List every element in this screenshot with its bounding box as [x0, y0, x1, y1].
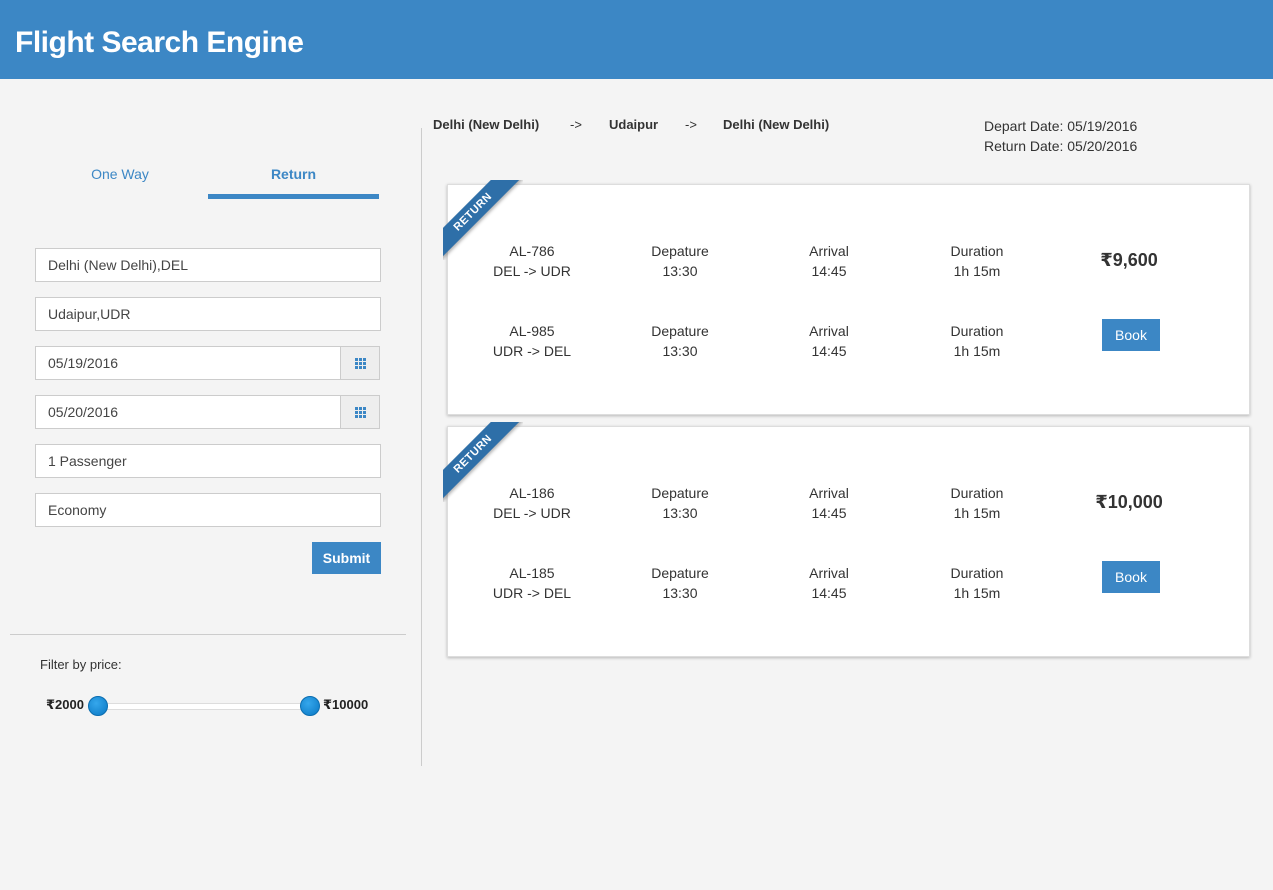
- departure-time: 13:30: [662, 343, 698, 359]
- departure-label: Depature: [651, 243, 709, 259]
- flight-route: UDR -> DEL: [492, 343, 572, 359]
- departure-info: Depature 13:30: [605, 321, 755, 361]
- depart-date-text: Depart Date: 05/19/2016: [984, 118, 1138, 134]
- departure-info: Depature 13:30: [605, 483, 755, 523]
- duration-value: 1h 15m: [953, 505, 1001, 521]
- duration-value: 1h 15m: [953, 343, 1001, 359]
- route-return: Delhi (New Delhi): [723, 117, 830, 132]
- flight-route: UDR -> DEL: [492, 585, 572, 601]
- depart-date-input[interactable]: 05/19/2016: [35, 346, 341, 380]
- cabin-class-input[interactable]: Economy: [35, 493, 381, 527]
- duration-label: Duration: [950, 485, 1004, 501]
- arrival-label: Arrival: [809, 243, 849, 259]
- price-min-label: ₹2000: [46, 697, 84, 712]
- return-date-text: Return Date: 05/20/2016: [984, 138, 1138, 154]
- calendar-icon: [354, 357, 366, 369]
- origin-input[interactable]: Delhi (New Delhi),DEL: [35, 248, 381, 282]
- arrival-time: 14:45: [811, 263, 847, 279]
- price-max-label: ₹10000: [323, 697, 369, 712]
- flight-info: AL-186 DEL -> UDR: [457, 483, 607, 523]
- result-card: RETURN AL-186 DEL -> UDR Depature 13:30 …: [443, 422, 1250, 657]
- arrival-label: Arrival: [809, 565, 849, 581]
- arrival-label: Arrival: [809, 485, 849, 501]
- tab-one-way[interactable]: One Way: [35, 160, 205, 200]
- app-header: Flight Search Engine: [0, 0, 1273, 79]
- arrival-info: Arrival 14:45: [754, 483, 904, 523]
- tab-return-label: Return: [270, 166, 317, 182]
- duration-info: Duration 1h 15m: [902, 241, 1052, 281]
- departure-info: Depature 13:30: [605, 241, 755, 281]
- arrival-info: Arrival 14:45: [754, 321, 904, 361]
- flight-route: DEL -> UDR: [493, 263, 571, 279]
- price-slider-min-handle[interactable]: [88, 696, 108, 716]
- route-via: Udaipur: [609, 117, 659, 132]
- app-title: Flight Search Engine: [15, 26, 304, 59]
- arrival-time: 14:45: [811, 585, 847, 601]
- arrival-info: Arrival 14:45: [754, 563, 904, 603]
- submit-button[interactable]: Submit: [312, 542, 381, 574]
- book-button[interactable]: Book: [1102, 319, 1160, 351]
- return-calendar-button[interactable]: [340, 395, 380, 429]
- tab-return[interactable]: Return: [208, 160, 379, 200]
- price-slider-max-handle[interactable]: [300, 696, 320, 716]
- filter-label: Filter by price:: [40, 657, 122, 672]
- departure-time: 13:30: [662, 263, 698, 279]
- book-button[interactable]: Book: [1102, 561, 1160, 593]
- route-arrow: ->: [570, 117, 582, 132]
- route-arrow: ->: [685, 117, 697, 132]
- panel-divider: [421, 128, 422, 766]
- passengers-input[interactable]: 1 Passenger: [35, 444, 381, 478]
- arrival-time: 14:45: [811, 505, 847, 521]
- arrival-info: Arrival 14:45: [754, 241, 904, 281]
- flight-info: AL-985 UDR -> DEL: [457, 321, 607, 361]
- departure-time: 13:30: [662, 585, 698, 601]
- duration-label: Duration: [950, 243, 1004, 259]
- duration-info: Duration 1h 15m: [902, 321, 1052, 361]
- tab-active-indicator: [208, 194, 379, 199]
- departure-label: Depature: [651, 565, 709, 581]
- duration-info: Duration 1h 15m: [902, 563, 1052, 603]
- fare-price: ₹10,000: [1095, 492, 1163, 512]
- divider: [10, 634, 406, 635]
- result-card: RETURN AL-786 DEL -> UDR Depature 13:30 …: [443, 180, 1250, 415]
- arrival-label: Arrival: [809, 323, 849, 339]
- depart-calendar-button[interactable]: [340, 346, 380, 380]
- calendar-icon: [354, 406, 366, 418]
- return-date-input[interactable]: 05/20/2016: [35, 395, 341, 429]
- destination-input[interactable]: Udaipur,UDR: [35, 297, 381, 331]
- departure-label: Depature: [651, 323, 709, 339]
- flight-number: AL-186: [509, 485, 555, 501]
- departure-info: Depature 13:30: [605, 563, 755, 603]
- flight-number: AL-185: [509, 565, 555, 581]
- flight-route: DEL -> UDR: [493, 505, 571, 521]
- fare-price: ₹9,600: [1100, 250, 1158, 270]
- duration-value: 1h 15m: [953, 585, 1001, 601]
- trip-dates: Depart Date: 05/19/2016 Return Date: 05/…: [984, 116, 1137, 156]
- flight-number: AL-985: [509, 323, 555, 339]
- price-slider-track[interactable]: [98, 703, 310, 710]
- arrival-time: 14:45: [811, 343, 847, 359]
- duration-info: Duration 1h 15m: [902, 483, 1052, 523]
- flight-info: AL-185 UDR -> DEL: [457, 563, 607, 603]
- flight-number: AL-786: [509, 243, 555, 259]
- flight-info: AL-786 DEL -> UDR: [457, 241, 607, 281]
- departure-label: Depature: [651, 485, 709, 501]
- duration-value: 1h 15m: [953, 263, 1001, 279]
- duration-label: Duration: [950, 323, 1004, 339]
- route-origin: Delhi (New Delhi): [433, 117, 540, 132]
- departure-time: 13:30: [662, 505, 698, 521]
- duration-label: Duration: [950, 565, 1004, 581]
